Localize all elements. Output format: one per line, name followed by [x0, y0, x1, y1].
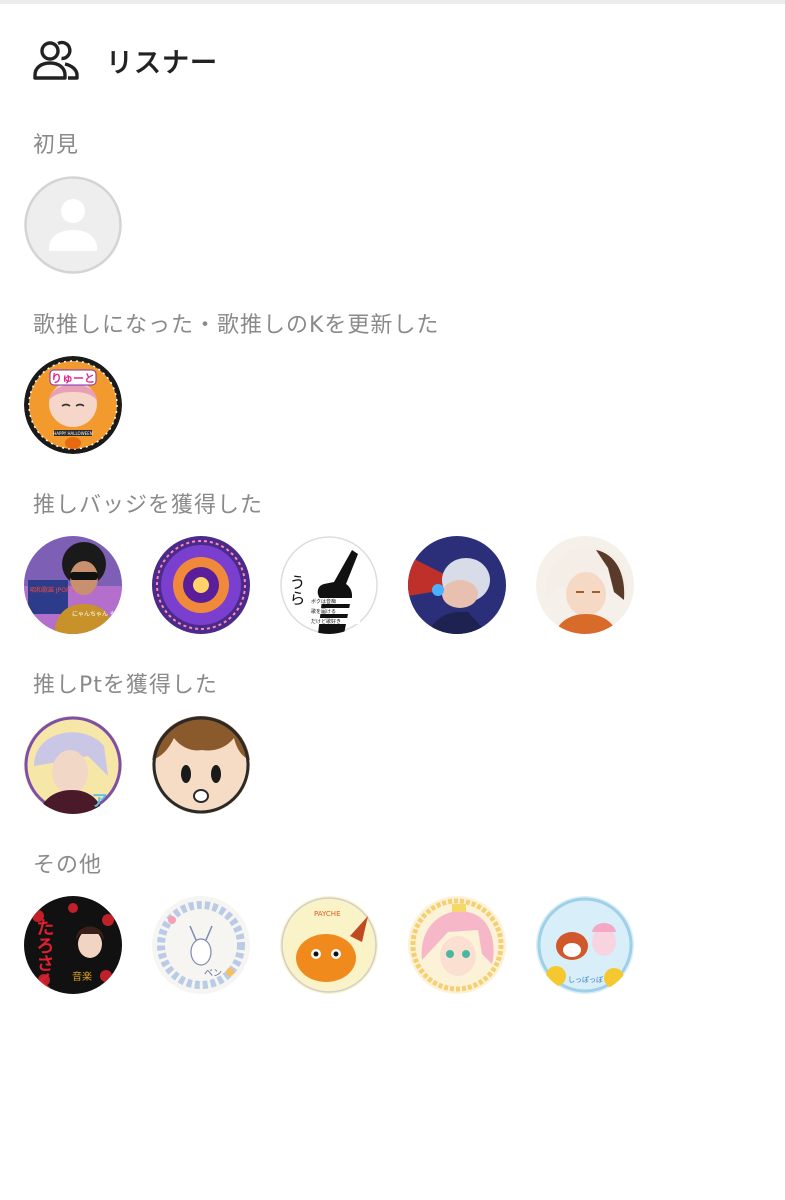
caption-line: だけど歌好き: [311, 618, 341, 625]
listener-avatar[interactable]: たろさく 音楽: [24, 896, 122, 994]
section-song-oshi: 歌推しになった・歌推しのKを更新した りゅーと HAPPY HALLOWEEN: [24, 310, 764, 454]
listener-avatar[interactable]: しっぽっぽ: [536, 896, 634, 994]
listener-avatar[interactable]: 昭和歌謡 JPOP アニソン にゃんちゃん もげ: [24, 536, 122, 634]
caption-line: 歌を届ける: [311, 608, 336, 615]
listeners-header: リスナー: [32, 38, 218, 82]
listener-avatar[interactable]: [536, 536, 634, 634]
listener-avatar[interactable]: [408, 536, 506, 634]
avatar-row: [24, 176, 764, 274]
listener-avatar[interactable]: [152, 716, 250, 814]
avatar-row: アス: [24, 716, 764, 814]
users-icon: [33, 40, 79, 80]
listener-avatar[interactable]: [152, 536, 250, 634]
page-title: リスナー: [106, 47, 218, 79]
default-user-icon: [24, 176, 122, 274]
section-label: その他: [33, 853, 103, 878]
banner-text: りゅーと: [51, 372, 95, 385]
listener-avatar[interactable]: うら ボクは音痴 歌を届ける だけど歌好き: [280, 536, 378, 634]
section-label: 歌推しになった・歌推しのKを更新した: [33, 313, 440, 338]
caption-line: ボクは音痴: [311, 598, 336, 605]
section-oshi-badge: 推しバッジを獲得した 昭和歌謡 JPOP アニソン にゃんちゃん もげ うら ボ…: [24, 490, 764, 634]
section-label: 初見: [33, 133, 80, 158]
default-user-avatar[interactable]: [24, 176, 122, 274]
ring-text: HAPPY HALLOWEEN: [53, 431, 92, 436]
vertical-text: うら: [287, 574, 306, 606]
side-text: アス: [89, 792, 108, 814]
top-divider: [0, 0, 785, 4]
section-oshi-pt: 推しPtを獲得した アス: [24, 670, 764, 814]
section-first-time: 初見: [24, 130, 764, 274]
ring-text: ベン: [204, 969, 222, 979]
avatar-row: たろさく 音楽 ベン PAYCHE しっぽっぽ: [24, 896, 764, 994]
section-other: その他 たろさく 音楽 ベン PAYCHE しっぽっぽ: [24, 850, 764, 994]
listener-avatar[interactable]: PAYCHE: [280, 896, 378, 994]
big-text: たろさく: [34, 918, 55, 990]
bottom-text: にゃんちゃん もげ: [72, 610, 122, 618]
listener-avatar[interactable]: ベン: [152, 896, 250, 994]
halloween-avatar[interactable]: りゅーと HAPPY HALLOWEEN: [24, 356, 122, 454]
section-label: 推しバッジを獲得した: [33, 493, 264, 518]
section-label: 推しPtを獲得した: [33, 673, 218, 698]
bottom-text: しっぽっぽ: [568, 976, 603, 984]
avatar-row: 昭和歌謡 JPOP アニソン にゃんちゃん もげ うら ボクは音痴 歌を届ける …: [24, 536, 764, 634]
listener-avatar[interactable]: [408, 896, 506, 994]
small-text: 音楽: [72, 970, 92, 983]
listener-avatar[interactable]: アス: [24, 716, 122, 814]
top-text: PAYCHE: [314, 910, 341, 918]
avatar-row: りゅーと HAPPY HALLOWEEN: [24, 356, 764, 454]
